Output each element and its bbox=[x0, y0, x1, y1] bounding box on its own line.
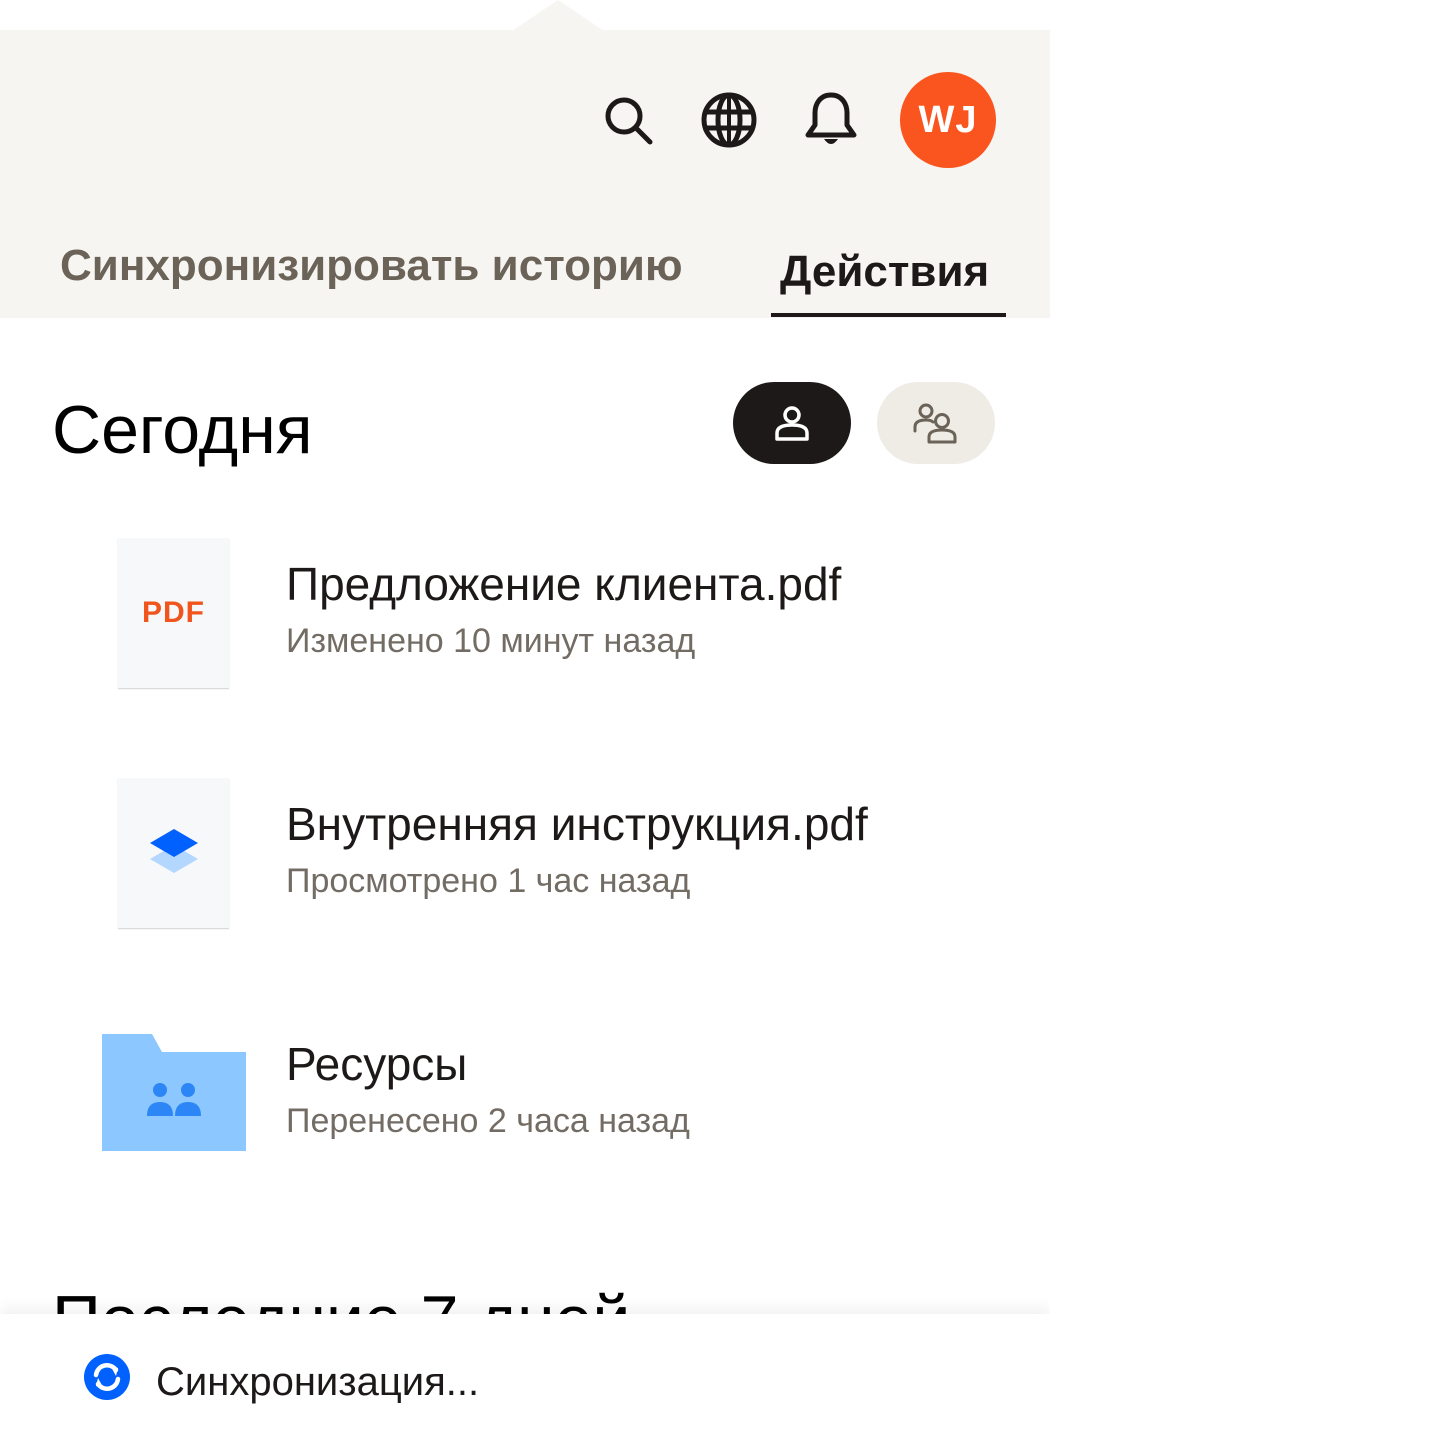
document-thumbnail bbox=[118, 778, 229, 928]
dropbox-doc-icon bbox=[149, 829, 198, 873]
person-icon bbox=[775, 406, 809, 441]
pdf-label: PDF bbox=[142, 596, 205, 629]
list-item[interactable]: Внутренняя инструкция.pdf Просмотрено 1 … bbox=[0, 776, 1050, 946]
tab-sync-history[interactable]: Синхронизировать историю bbox=[60, 236, 683, 296]
language-button[interactable] bbox=[697, 88, 761, 152]
section-title-today: Сегодня bbox=[52, 392, 313, 468]
pdf-thumbnail: PDF bbox=[118, 538, 229, 688]
filter-team-button[interactable] bbox=[877, 382, 995, 464]
file-name[interactable]: Внутренняя инструкция.pdf bbox=[286, 796, 868, 852]
sync-status-bar: Синхронизация... bbox=[0, 1314, 1050, 1440]
file-name[interactable]: Ресурсы bbox=[286, 1036, 467, 1092]
globe-icon bbox=[701, 92, 757, 148]
search-button[interactable] bbox=[596, 88, 660, 152]
file-meta: Просмотрено 1 час назад bbox=[286, 862, 691, 900]
file-meta: Изменено 10 минут назад bbox=[286, 622, 696, 660]
activity-panel: WJ Синхронизировать историю Действия Сег… bbox=[0, 0, 1050, 1440]
active-tab-indicator bbox=[771, 313, 1006, 317]
sync-icon bbox=[84, 1354, 130, 1400]
people-icon bbox=[913, 403, 957, 444]
search-icon bbox=[605, 97, 653, 145]
notifications-button[interactable] bbox=[799, 88, 863, 152]
file-name[interactable]: Предложение клиента.pdf bbox=[286, 556, 841, 612]
bell-icon bbox=[805, 92, 857, 144]
list-item[interactable]: PDF Предложение клиента.pdf Изменено 10 … bbox=[0, 536, 1050, 706]
filter-me-button[interactable] bbox=[733, 382, 851, 464]
popover-caret bbox=[512, 0, 604, 31]
header: WJ Синхронизировать историю Действия bbox=[0, 30, 1050, 318]
user-avatar[interactable]: WJ bbox=[900, 72, 996, 168]
sync-status-text: Синхронизация... bbox=[156, 1360, 480, 1404]
tab-activity[interactable]: Действия bbox=[780, 242, 989, 302]
list-item[interactable]: Ресурсы Перенесено 2 часа назад bbox=[0, 1016, 1050, 1186]
shared-folder-icon bbox=[102, 1034, 246, 1151]
file-meta: Перенесено 2 часа назад bbox=[286, 1102, 690, 1140]
